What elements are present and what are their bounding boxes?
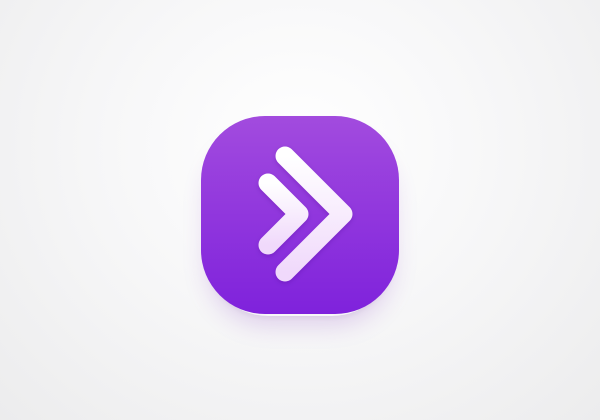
app-icon[interactable]	[201, 116, 399, 314]
double-chevron-right-icon	[201, 116, 399, 314]
